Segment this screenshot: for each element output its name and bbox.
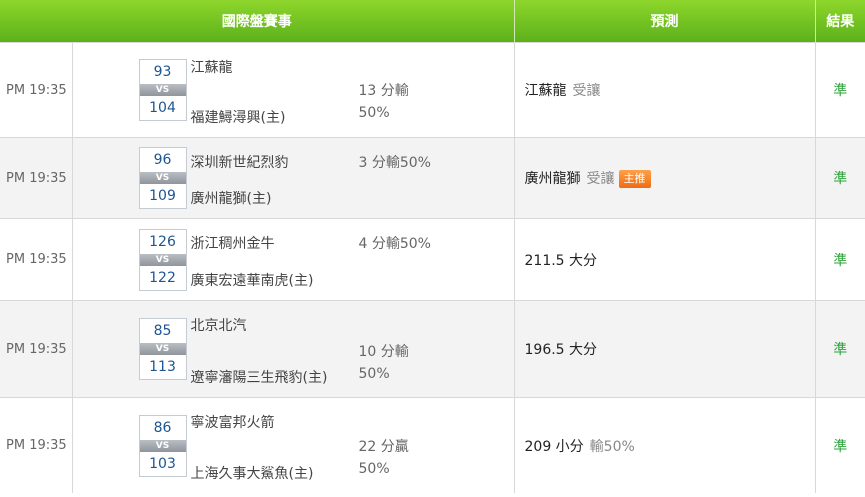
home-score: 103 — [149, 455, 176, 472]
result-cell: 準 — [815, 42, 865, 138]
match-cell: 126 VS 122 浙江稠州金牛 廣東宏遠華南虎(主) 4 分輸50% — [72, 218, 515, 301]
away-team[interactable]: 北京北汽 — [191, 315, 247, 335]
away-score: 86 — [153, 419, 172, 436]
vs-label: VS — [139, 253, 186, 266]
match-cell: 86 VS 103 寧波富邦火箭 上海久事大鯊魚(主) 22 分贏 50% — [72, 397, 515, 493]
header-match: 國際盤賽事 — [0, 0, 515, 43]
prediction-value: 209 小分 — [524, 438, 584, 455]
vs-label: VS — [139, 84, 186, 96]
vs-label: VS — [139, 343, 186, 355]
score-box: 86 VS 103 — [138, 414, 187, 477]
home-team[interactable]: 廣東宏遠華南虎(主) — [191, 270, 314, 290]
score-box: 126 VS 122 — [138, 228, 187, 291]
away-score: 96 — [153, 152, 172, 168]
home-score: 104 — [149, 100, 176, 116]
table-row: PM 19:35 86 VS 103 寧波富邦火箭 上海久事大鯊魚(主) 22 … — [0, 397, 865, 493]
result-cell: 準 — [815, 137, 865, 219]
match-time: PM 19:35 — [0, 137, 73, 219]
match-time: PM 19:35 — [0, 397, 73, 493]
prediction-value: 江蘇龍 — [524, 83, 567, 99]
result-cell: 準 — [815, 397, 865, 493]
table-row: PM 19:35 126 VS 122 浙江稠州金牛 廣東宏遠華南虎(主) 4 … — [0, 218, 865, 301]
handicap-line1: 3 分輸50% — [358, 155, 431, 171]
handicap-result: 4 分輸50% — [359, 233, 431, 255]
table-row: PM 19:35 85 VS 113 北京北汽 遼寧瀋陽三生飛豹(主) 10 分… — [0, 300, 865, 398]
prediction-note: 受讓 — [572, 83, 601, 99]
recommend-badge: 主推 — [618, 170, 651, 188]
home-score: 109 — [149, 188, 176, 204]
prediction-value: 廣州龍獅 — [524, 171, 581, 187]
prediction-cell: 209 小分 輸50% — [514, 397, 816, 493]
header-result: 結果 — [815, 0, 865, 43]
handicap-line2: 50% — [358, 105, 390, 121]
handicap-line1: 4 分輸50% — [358, 236, 431, 252]
handicap-line1: 13 分輸 — [358, 83, 409, 99]
home-team[interactable]: 福建鱘潯興(主) — [191, 107, 286, 127]
away-score: 126 — [149, 233, 176, 250]
prediction-cell: 江蘇龍 受讓 — [514, 42, 816, 138]
home-team[interactable]: 上海久事大鯊魚(主) — [191, 463, 314, 483]
handicap-result: 22 分贏 50% — [359, 436, 409, 480]
result-cell: 準 — [815, 300, 865, 398]
handicap-result: 3 分輸50% — [359, 152, 431, 174]
handicap-result: 10 分輸 50% — [359, 341, 409, 385]
away-team[interactable]: 寧波富邦火箭 — [191, 412, 275, 432]
prediction-cell: 196.5 大分 — [514, 300, 816, 398]
handicap-line2: 50% — [358, 460, 390, 477]
away-team[interactable]: 深圳新世紀烈豹 — [191, 152, 289, 172]
prediction-cell: 廣州龍獅 受讓 主推 — [514, 137, 816, 219]
prediction-value: 211.5 大分 — [524, 252, 598, 269]
home-score: 122 — [149, 269, 176, 286]
header-prediction: 預測 — [514, 0, 816, 43]
away-score: 85 — [153, 323, 172, 339]
vs-label: VS — [139, 172, 186, 184]
handicap-line1: 10 分輸 — [358, 344, 409, 360]
prediction-value: 196.5 大分 — [524, 342, 598, 358]
score-box: 96 VS 109 — [138, 147, 187, 209]
prediction-cell: 211.5 大分 — [514, 218, 816, 301]
match-time: PM 19:35 — [0, 300, 73, 398]
prediction-note: 受讓 — [586, 171, 615, 187]
prediction-note: 輸50% — [589, 438, 635, 455]
header-row: 國際盤賽事 預測 結果 — [0, 0, 865, 43]
match-time: PM 19:35 — [0, 218, 73, 301]
match-cell: 96 VS 109 深圳新世紀烈豹 廣州龍獅(主) 3 分輸50% — [72, 137, 515, 219]
results-table: 國際盤賽事 預測 結果 PM 19:35 93 VS 104 江蘇龍 福建鱘潯興… — [0, 0, 865, 493]
away-team[interactable]: 江蘇龍 — [191, 57, 233, 77]
score-box: 85 VS 113 — [138, 318, 187, 380]
away-score: 93 — [153, 64, 172, 80]
home-team[interactable]: 遼寧瀋陽三生飛豹(主) — [191, 367, 328, 387]
home-team[interactable]: 廣州龍獅(主) — [191, 188, 272, 208]
match-time: PM 19:35 — [0, 42, 73, 138]
handicap-line2: 50% — [358, 366, 390, 382]
home-score: 113 — [149, 359, 176, 375]
vs-label: VS — [139, 439, 186, 452]
handicap-result: 13 分輸 50% — [359, 80, 409, 124]
handicap-line1: 22 分贏 — [358, 438, 409, 455]
match-cell: 93 VS 104 江蘇龍 福建鱘潯興(主) 13 分輸 50% — [72, 42, 515, 138]
score-box: 93 VS 104 — [138, 59, 187, 121]
table-row: PM 19:35 96 VS 109 深圳新世紀烈豹 廣州龍獅(主) 3 分輸5… — [0, 137, 865, 219]
table-row: PM 19:35 93 VS 104 江蘇龍 福建鱘潯興(主) 13 分輸 50… — [0, 42, 865, 138]
match-cell: 85 VS 113 北京北汽 遼寧瀋陽三生飛豹(主) 10 分輸 50% — [72, 300, 515, 398]
result-cell: 準 — [815, 218, 865, 301]
away-team[interactable]: 浙江稠州金牛 — [191, 233, 275, 253]
